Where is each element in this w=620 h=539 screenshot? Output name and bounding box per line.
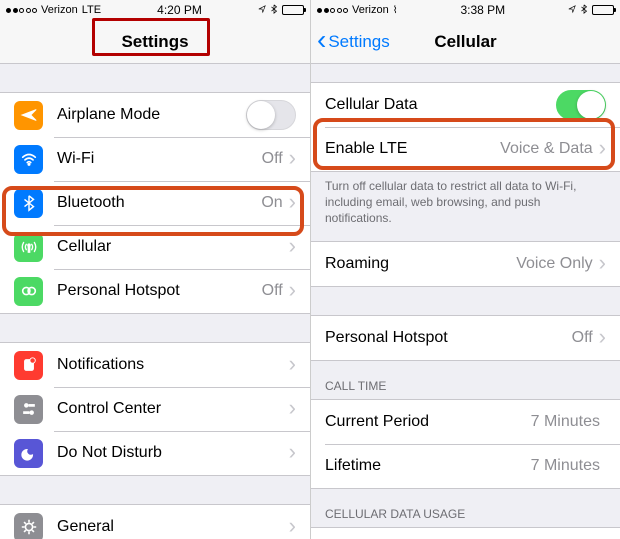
chevron-right-icon: › (599, 326, 606, 348)
row-notifications[interactable]: Notifications › (0, 343, 310, 387)
row-lifetime: Lifetime 7 Minutes (311, 444, 620, 488)
page-title: Settings (121, 32, 188, 52)
chevron-right-icon: › (289, 515, 296, 537)
hotspot-icon (14, 277, 43, 306)
bluetooth-icon (270, 4, 278, 17)
location-icon (258, 4, 266, 17)
chevron-right-icon: › (289, 147, 296, 169)
nav-bar: Settings (0, 20, 310, 64)
cellular-data-toggle[interactable] (556, 90, 606, 120)
row-label: Personal Hotspot (57, 282, 262, 300)
row-value: Voice & Data (500, 140, 593, 158)
chevron-right-icon: › (599, 252, 606, 274)
back-label: Settings (328, 32, 389, 52)
clock: 3:38 PM (460, 3, 505, 17)
settings-screen: Verizon LTE 4:20 PM Settings Airplane Mo… (0, 0, 310, 539)
row-value: 7 Minutes (531, 457, 600, 475)
group-header-call-time: CALL TIME (311, 361, 620, 399)
chevron-right-icon: › (289, 279, 296, 301)
carrier-label: Verizon (41, 4, 78, 16)
control-center-icon (14, 395, 43, 424)
signal-strength-icon (317, 8, 348, 13)
nav-bar: ‹ Settings Cellular (311, 20, 620, 64)
airplane-toggle[interactable] (246, 100, 296, 130)
row-label: Lifetime (325, 457, 531, 475)
row-label: Airplane Mode (57, 106, 246, 124)
wifi-icon (14, 145, 43, 174)
chevron-right-icon: › (289, 397, 296, 419)
row-value: Off (262, 282, 283, 300)
clock: 4:20 PM (157, 3, 202, 17)
row-enable-lte[interactable]: Enable LTE Voice & Data › (311, 127, 620, 171)
status-bar: Verizon LTE 4:20 PM (0, 0, 310, 20)
row-label: Control Center (57, 400, 289, 418)
chevron-right-icon: › (289, 441, 296, 463)
row-personal-hotspot[interactable]: Personal Hotspot Off › (0, 269, 310, 313)
row-control-center[interactable]: Control Center › (0, 387, 310, 431)
row-label: Current Period (325, 413, 531, 431)
gear-icon (14, 513, 43, 539)
chevron-left-icon: ‹ (317, 26, 326, 54)
group-header-data-usage: CELLULAR DATA USAGE (311, 489, 620, 527)
back-button[interactable]: ‹ Settings (317, 20, 390, 63)
row-label: Personal Hotspot (325, 329, 572, 347)
cellular-screen: Verizon ⌇ 3:38 PM ‹ Settings Cellular Ce… (310, 0, 620, 539)
row-value: On (261, 194, 282, 212)
row-general[interactable]: General › (0, 505, 310, 539)
row-personal-hotspot[interactable]: Personal Hotspot Off › (311, 316, 620, 360)
cellular-data-footer: Turn off cellular data to restrict all d… (311, 172, 620, 241)
row-label: Enable LTE (325, 140, 500, 158)
row-data-current-period: Current Period 924 KB (311, 528, 620, 539)
row-label: Cellular Data (325, 96, 556, 114)
airplane-icon (14, 101, 43, 130)
network-type: LTE (82, 4, 101, 16)
cellular-icon (14, 233, 43, 262)
row-cellular[interactable]: Cellular › (0, 225, 310, 269)
location-icon (568, 4, 576, 17)
row-wifi[interactable]: Wi-Fi Off › (0, 137, 310, 181)
row-airplane-mode[interactable]: Airplane Mode (0, 93, 310, 137)
row-label: Wi-Fi (57, 150, 262, 168)
row-label: Cellular (57, 238, 289, 256)
row-label: Bluetooth (57, 194, 261, 212)
row-value: Off (572, 329, 593, 347)
carrier-label: Verizon (352, 4, 389, 16)
chevron-right-icon: › (289, 191, 296, 213)
chevron-right-icon: › (289, 353, 296, 375)
row-value: Voice Only (516, 255, 592, 273)
row-cellular-data[interactable]: Cellular Data (311, 83, 620, 127)
row-bluetooth[interactable]: Bluetooth On › (0, 181, 310, 225)
notifications-icon (14, 351, 43, 380)
row-roaming[interactable]: Roaming Voice Only › (311, 242, 620, 286)
signal-strength-icon (6, 8, 37, 13)
status-bar: Verizon ⌇ 3:38 PM (311, 0, 620, 20)
row-current-period: Current Period 7 Minutes (311, 400, 620, 444)
row-label: General (57, 518, 289, 536)
row-do-not-disturb[interactable]: Do Not Disturb › (0, 431, 310, 475)
battery-icon (592, 5, 614, 15)
page-title: Cellular (434, 32, 496, 52)
dnd-icon (14, 439, 43, 468)
row-label: Notifications (57, 356, 289, 374)
bluetooth-icon (580, 4, 588, 17)
row-label: Do Not Disturb (57, 444, 289, 462)
row-label: Roaming (325, 255, 516, 273)
bluetooth-icon (14, 189, 43, 218)
battery-icon (282, 5, 304, 15)
row-value: 7 Minutes (531, 413, 600, 431)
chevron-right-icon: › (599, 137, 606, 159)
row-value: Off (262, 150, 283, 168)
chevron-right-icon: › (289, 235, 296, 257)
wifi-status-icon: ⌇ (393, 5, 398, 16)
